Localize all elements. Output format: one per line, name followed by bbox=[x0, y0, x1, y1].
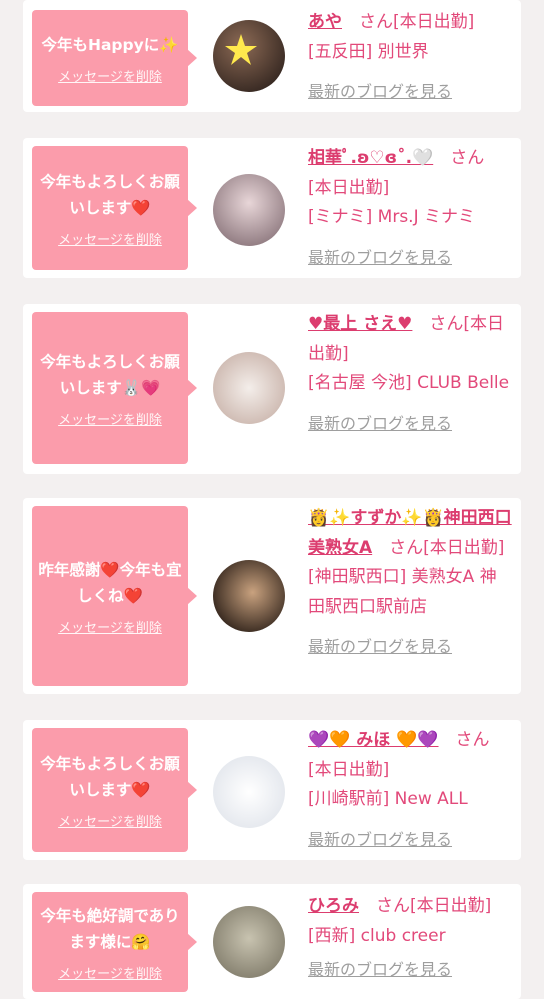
shop-name: [西新] club creer bbox=[308, 925, 446, 946]
girl-status-detail: [本日出勤] bbox=[308, 759, 390, 780]
latest-blog-link[interactable]: 最新のブログを見る bbox=[308, 632, 452, 662]
girl-status: さん[本日出勤] bbox=[359, 12, 475, 32]
avatar[interactable] bbox=[213, 560, 285, 632]
girl-name-link[interactable]: 相華ﾟ.ʚ♡ɞ˚.🤍 bbox=[308, 148, 433, 168]
girl-name-link[interactable]: ひろみ bbox=[308, 896, 359, 916]
message-bubble: 昨年感謝❤️今年も宜しくね❤️ メッセージを削除 bbox=[32, 506, 197, 686]
shop-name: [神田駅西口] 美熟女A 神田駅西口駅前店 bbox=[308, 567, 497, 617]
message-card: 今年もよろしくお願いします❤️ メッセージを削除 💜🧡 みほ 🧡💜 さん [本日… bbox=[23, 720, 521, 860]
message-bubble: 今年もよろしくお願いします❤️ メッセージを削除 bbox=[32, 728, 197, 852]
avatar[interactable] bbox=[213, 906, 285, 978]
latest-blog-link[interactable]: 最新のブログを見る bbox=[308, 243, 452, 273]
latest-blog-link[interactable]: 最新のブログを見る bbox=[308, 955, 452, 985]
girl-info: ひろみ さん[本日出勤] [西新] club creer 最新のブログを見る bbox=[308, 892, 513, 986]
girl-info: 💜🧡 みほ 🧡💜 さん [本日出勤] [川崎駅前] New ALL 最新のブログ… bbox=[308, 726, 513, 855]
delete-message-link[interactable]: メッセージを削除 bbox=[58, 811, 162, 830]
girl-name-link[interactable]: あや bbox=[308, 12, 342, 32]
message-text: 今年もよろしくお願いします❤️ bbox=[40, 172, 180, 217]
avatar[interactable] bbox=[213, 352, 285, 424]
girl-info: 相華ﾟ.ʚ♡ɞ˚.🤍 さん [本日出勤] [ミナミ] Mrs.J ミナミ 最新の… bbox=[308, 144, 513, 273]
avatar[interactable] bbox=[213, 174, 285, 246]
girl-status: さん[本日出勤] bbox=[376, 896, 492, 916]
shop-name: [五反田] 別世界 bbox=[308, 41, 429, 62]
girl-info: ♥最上 さえ♥ さん[本日出勤] [名古屋 今池] CLUB Belle 最新の… bbox=[308, 310, 513, 439]
latest-blog-link[interactable]: 最新のブログを見る bbox=[308, 409, 452, 439]
girl-status-detail: [本日出勤] bbox=[308, 177, 390, 198]
girl-status: さん bbox=[455, 730, 490, 750]
latest-blog-link[interactable]: 最新のブログを見る bbox=[308, 77, 452, 107]
message-card: 今年もよろしくお願いします🐰💗 メッセージを削除 ♥最上 さえ♥ さん[本日出勤… bbox=[23, 304, 521, 474]
girl-info: 👸✨すずか✨👸神田西口美熟女A さん[本日出勤] [神田駅西口] 美熟女A 神田… bbox=[308, 504, 513, 663]
message-text: 今年もよろしくお願いします❤️ bbox=[40, 754, 180, 799]
delete-message-link[interactable]: メッセージを削除 bbox=[58, 66, 162, 85]
message-card: 昨年感謝❤️今年も宜しくね❤️ メッセージを削除 👸✨すずか✨👸神田西口美熟女A… bbox=[23, 498, 521, 694]
latest-blog-link[interactable]: 最新のブログを見る bbox=[308, 825, 452, 855]
shop-name: [ミナミ] Mrs.J ミナミ bbox=[308, 207, 476, 227]
delete-message-link[interactable]: メッセージを削除 bbox=[58, 963, 162, 982]
delete-message-link[interactable]: メッセージを削除 bbox=[58, 617, 162, 636]
girl-name-link[interactable]: 💜🧡 みほ 🧡💜 bbox=[308, 730, 439, 750]
message-text: 今年もよろしくお願いします🐰💗 bbox=[40, 352, 180, 397]
message-bubble: 今年もよろしくお願いします🐰💗 メッセージを削除 bbox=[32, 312, 197, 464]
girl-info: あや さん[本日出勤] [五反田] 別世界 最新のブログを見る bbox=[308, 8, 513, 108]
message-text: 昨年感謝❤️今年も宜しくね❤️ bbox=[38, 560, 182, 605]
girl-status: さん[本日出勤] bbox=[389, 537, 505, 558]
delete-message-link[interactable]: メッセージを削除 bbox=[58, 409, 162, 428]
message-card: 今年もHappyに✨ メッセージを削除 あや さん[本日出勤] [五反田] 別世… bbox=[23, 0, 521, 112]
message-bubble: 今年もよろしくお願いします❤️ メッセージを削除 bbox=[32, 146, 197, 270]
avatar[interactable] bbox=[213, 756, 285, 828]
message-card: 今年も絶好調であります様に🤗 メッセージを削除 ひろみ さん[本日出勤] [西新… bbox=[23, 884, 521, 999]
girl-status: さん bbox=[450, 148, 485, 168]
shop-name: [川崎駅前] New ALL bbox=[308, 789, 468, 809]
message-text: 今年もHappyに✨ bbox=[41, 35, 179, 54]
avatar[interactable] bbox=[213, 20, 285, 92]
message-card: 今年もよろしくお願いします❤️ メッセージを削除 相華ﾟ.ʚ♡ɞ˚.🤍 さん [… bbox=[23, 138, 521, 278]
star-sticker-icon bbox=[225, 34, 257, 65]
message-bubble: 今年もHappyに✨ メッセージを削除 bbox=[32, 10, 197, 106]
shop-name: [名古屋 今池] CLUB Belle bbox=[308, 373, 510, 393]
girl-name-link[interactable]: ♥最上 さえ♥ bbox=[308, 314, 412, 334]
message-text: 今年も絶好調であります様に🤗 bbox=[40, 906, 180, 951]
message-bubble: 今年も絶好調であります様に🤗 メッセージを削除 bbox=[32, 892, 197, 992]
delete-message-link[interactable]: メッセージを削除 bbox=[58, 229, 162, 248]
